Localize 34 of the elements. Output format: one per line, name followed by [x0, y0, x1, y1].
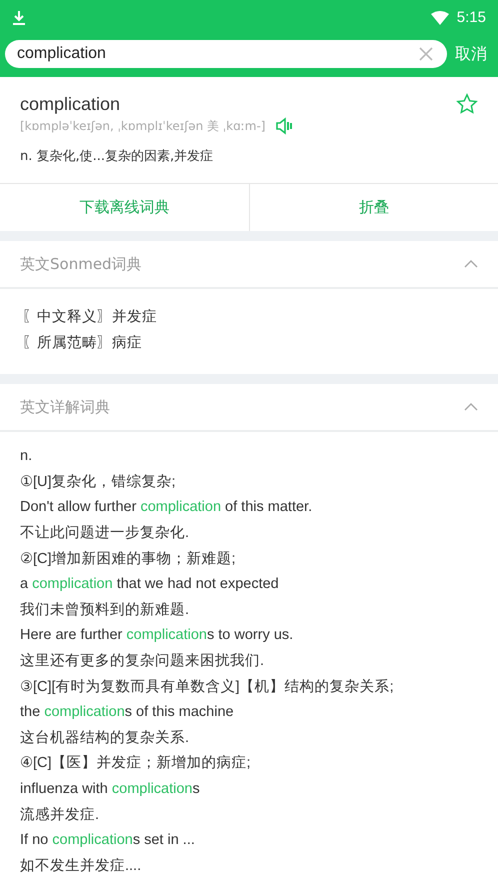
wifi-icon [430, 10, 449, 24]
star-icon[interactable] [456, 93, 478, 115]
clear-icon[interactable] [419, 47, 433, 61]
text-line: 这台机器结构的复杂关系. [20, 728, 190, 748]
text-line: n. [20, 447, 34, 466]
section-title: 英文详解词典 [20, 398, 110, 417]
text-line: If no complications set in ... [20, 831, 196, 850]
text-line: ③[C][有时为复数而具有单数含义]【机】结构的复杂关系; [20, 678, 395, 697]
section-header[interactable]: 英文详解词典 [0, 384, 498, 432]
text-line: ②[C]增加新困难的事物；新难题; [20, 550, 237, 569]
section-title: 英文Sonmed词典 [20, 254, 142, 274]
text-line: a complication that we had not expected [20, 575, 280, 594]
text-line: ①[U]复杂化，错综复杂; [20, 472, 177, 492]
text-line: Here are further complications to worry us. [20, 626, 294, 646]
section-header[interactable]: 英文Sonmed词典 [0, 241, 498, 289]
text-line: 如不发生并发症.... [20, 856, 142, 876]
text-line: 这里还有更多的复杂问题来困扰我们. [20, 652, 266, 671]
status-time: 5:15 [456, 9, 486, 26]
text-line: 不让此问题进一步复杂化. [20, 524, 190, 543]
download-icon [12, 10, 26, 26]
text-line: the complications of this machine [20, 703, 235, 722]
speaker-icon[interactable] [275, 117, 294, 135]
cancel-button[interactable]: 取消 [455, 44, 493, 64]
definition: n. 复杂化,使...复杂的因素,并发症 [20, 148, 214, 165]
headword: complication [20, 94, 120, 114]
phonetic: [kɒmpləˈkeɪʃən, ˌkɒmplɪˈkeɪʃən 美 ˌkɑːm-] [20, 118, 266, 134]
text-line: influenza with complications [20, 780, 201, 799]
text-line: 〖中文释义〗并发症 [22, 308, 158, 327]
text-line: 流感并发症. [20, 806, 100, 824]
text-line: 我们未曾预料到的新难题. [20, 600, 190, 620]
search-field[interactable]: complication [5, 40, 447, 68]
text-line: 〖所属范畴〗病症 [22, 334, 143, 353]
text-line: Don't allow further complication of this matter. [20, 498, 314, 518]
text-line: ④[C]【医】并发症；新增加的病症; [20, 754, 252, 774]
